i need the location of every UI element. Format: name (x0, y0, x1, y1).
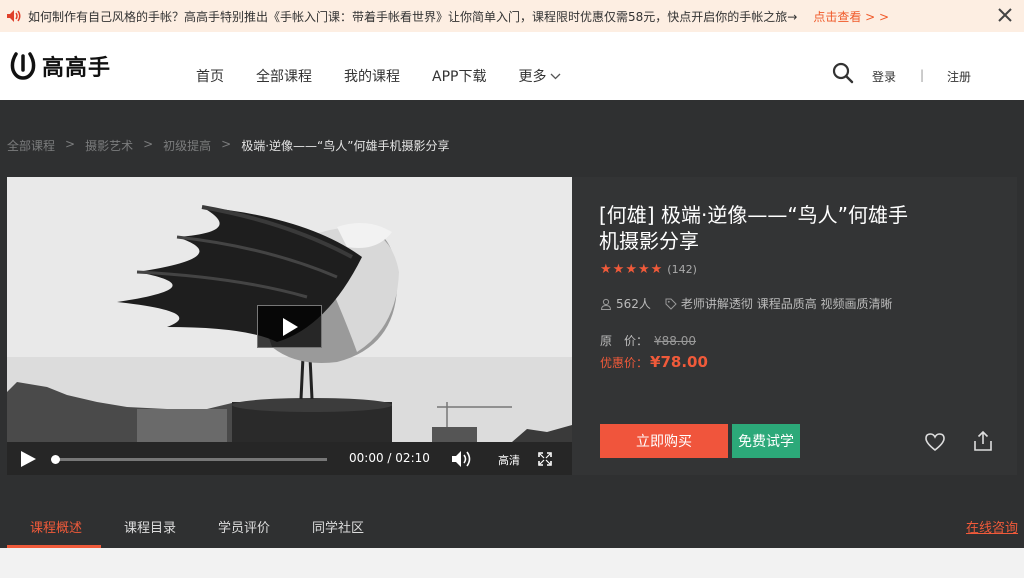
play-overlay-button[interactable] (257, 305, 322, 348)
tab-reviews[interactable]: 学员评价 (218, 517, 270, 536)
star-icon: ★ (650, 262, 663, 277)
time-separator: / (387, 451, 392, 465)
close-icon[interactable] (996, 6, 1014, 24)
breadcrumb-level[interactable]: 初级提高 (163, 137, 211, 154)
logo-mark-icon (10, 52, 36, 80)
original-price: 原 价： ¥88.00 (600, 332, 696, 349)
register-link[interactable]: 注册 (947, 68, 971, 85)
nav-item-more[interactable]: 更多 (518, 66, 561, 86)
notice-bar: 如何制作有自己风格的手帐？高高手特别推出《手帐入门课：带着手帐看世界》让你简单入… (0, 0, 1024, 32)
free-trial-button[interactable]: 免费试学 (732, 424, 800, 458)
nav-item-home[interactable]: 首页 (196, 66, 224, 86)
player-controls: 00:00 / 02:10 高清 (7, 442, 572, 475)
original-price-label: 原 价： (600, 334, 649, 348)
time-current: 00:00 (349, 451, 384, 465)
nav-item-app-download[interactable]: APP下载 (432, 66, 486, 86)
user-icon (600, 298, 612, 310)
tab-community[interactable]: 同学社区 (312, 517, 364, 536)
course-info-panel: [何雄] 极端·逆像——“鸟人”何雄手机摄影分享 ★ ★ ★ ★ ★ (142)… (572, 177, 1017, 475)
student-count: 562人 (616, 297, 651, 311)
notice-message: 如何制作有自己风格的手帐？高高手特别推出《手帐入门课：带着手帐看世界》让你简单入… (28, 9, 798, 24)
nav-more-label: 更多 (518, 69, 547, 85)
header-separator: | (920, 68, 925, 82)
play-icon[interactable] (19, 450, 37, 468)
online-consult-link[interactable]: 在线咨询 (966, 517, 1018, 536)
course-meta: 562人 老师讲解透彻 课程品质高 视频画质清晰 (600, 295, 893, 312)
tag-icon (665, 298, 677, 310)
video-player[interactable]: 00:00 / 02:10 高清 (7, 177, 572, 475)
buy-now-button[interactable]: 立即购买 (600, 424, 728, 458)
play-icon (282, 317, 298, 336)
progress-bar[interactable] (51, 455, 327, 464)
nav-item-all-courses[interactable]: 全部课程 (256, 66, 312, 86)
progress-handle[interactable] (51, 455, 60, 464)
course-section: 全部课程 > 摄影艺术 > 初级提高 > 极端·逆像——“鸟人”何雄手机摄影分享 (0, 100, 1024, 548)
breadcrumb-photography[interactable]: 摄影艺术 (85, 137, 133, 154)
site-header: 高高手 首页 全部课程 我的课程 APP下载 更多 登录 | 注册 (0, 32, 1024, 100)
time-display: 00:00 / 02:10 (349, 451, 430, 465)
breadcrumb-current: 极端·逆像——“鸟人”何雄手机摄影分享 (241, 139, 450, 153)
rating-count: (142) (667, 263, 697, 276)
original-price-value: ¥88.00 (654, 334, 697, 348)
fullscreen-icon[interactable] (538, 452, 552, 466)
search-icon[interactable] (832, 62, 854, 84)
breadcrumb-all-courses[interactable]: 全部课程 (7, 137, 55, 154)
share-icon[interactable] (972, 430, 994, 452)
star-icon: ★ (637, 262, 650, 277)
site-logo[interactable]: 高高手 (10, 50, 111, 82)
course-tags: 老师讲解透彻 课程品质高 视频画质清晰 (680, 297, 893, 311)
login-link[interactable]: 登录 (872, 68, 896, 85)
star-icon: ★ (612, 262, 625, 277)
course-title: [何雄] 极端·逆像——“鸟人”何雄手机摄影分享 (599, 203, 909, 253)
sale-price: 优惠价： ¥78.00 (600, 353, 708, 371)
speaker-icon (7, 10, 21, 22)
rating: ★ ★ ★ ★ ★ (142) (600, 262, 697, 277)
breadcrumb-separator: > (143, 137, 154, 151)
breadcrumb-separator: > (65, 137, 76, 151)
quality-selector[interactable]: 高清 (498, 452, 520, 468)
heart-icon[interactable] (924, 432, 946, 452)
page-bottom (0, 548, 1024, 578)
notice-link[interactable]: 点击查看 > > (813, 8, 889, 25)
tab-catalog[interactable]: 课程目录 (124, 517, 176, 536)
breadcrumb-separator: > (221, 137, 232, 151)
chevron-down-icon (551, 73, 561, 79)
course-tabs: 课程概述 课程目录 学员评价 同学社区 在线咨询 (0, 508, 1024, 548)
star-icon: ★ (600, 262, 612, 277)
sale-price-value: ¥78.00 (650, 353, 708, 371)
star-icon: ★ (625, 262, 637, 277)
sale-price-label: 优惠价： (600, 356, 649, 370)
tab-overview[interactable]: 课程概述 (30, 517, 82, 536)
nav-item-my-courses[interactable]: 我的课程 (344, 66, 400, 86)
volume-icon[interactable] (451, 450, 473, 468)
breadcrumb: 全部课程 > 摄影艺术 > 初级提高 > 极端·逆像——“鸟人”何雄手机摄影分享 (7, 137, 449, 154)
time-total: 02:10 (395, 451, 430, 465)
logo-text: 高高手 (42, 56, 112, 81)
main-nav: 首页 全部课程 我的课程 APP下载 更多 (196, 66, 593, 86)
